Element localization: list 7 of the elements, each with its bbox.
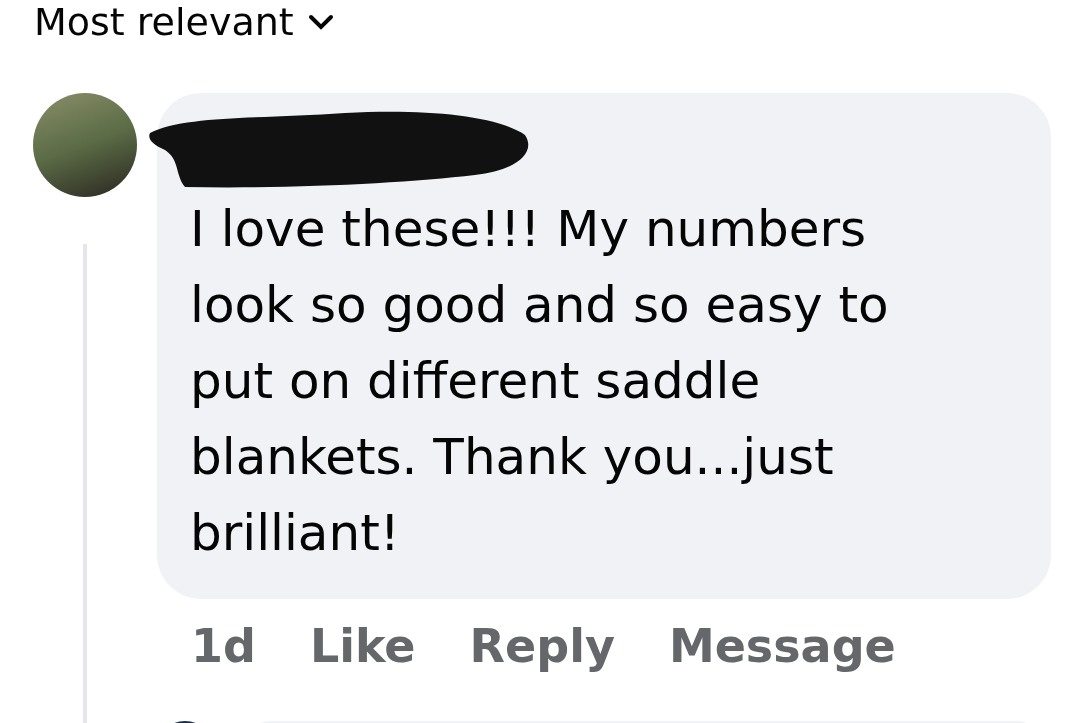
chevron-down-icon[interactable] <box>307 14 334 30</box>
comment-action-link[interactable]: Reply <box>469 619 615 673</box>
comment-time: 1d <box>191 619 256 673</box>
comment-action-link[interactable]: Like <box>309 619 416 673</box>
sort-label[interactable]: Most relevant <box>34 2 294 42</box>
comment-action-link[interactable]: Message <box>668 619 896 673</box>
comment-text: I love these!!! My numbers look so good and so easy to put on different saddle blankets. Thank you...just brilliant! <box>190 199 890 564</box>
